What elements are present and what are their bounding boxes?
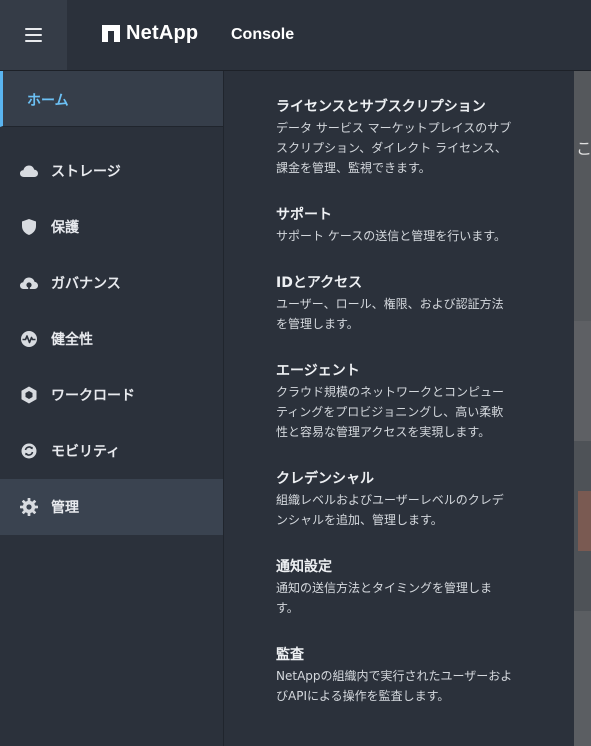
shield-icon <box>20 218 38 236</box>
entry-title: サポート <box>276 207 332 223</box>
brand-name: NetApp <box>126 22 199 44</box>
menu-entry-agents[interactable]: エージェント クラウド規模のネットワークとコンピュー ティングをプロビジョニングし… <box>276 361 546 442</box>
menu-icon <box>25 28 42 42</box>
sidebar-item-label: ストレージ <box>51 164 121 180</box>
entry-title: 監査 <box>276 647 304 663</box>
management-menu-panel: ライセンスとサブスクリプション データ サービス マーケットプレイスのサブ スクリ… <box>224 71 574 746</box>
sidebar-item-health[interactable]: 健全性 <box>0 311 223 367</box>
sidebar-item-governance[interactable]: ガバナンス <box>0 255 223 311</box>
mobility-icon <box>20 442 38 460</box>
product-name: Console <box>231 26 295 43</box>
entry-title: ライセンスとサブスクリプション <box>276 99 486 115</box>
entry-description: ユーザー、ロール、権限、および認証方法 を管理します。 <box>276 297 504 331</box>
menu-entry-credentials[interactable]: クレデンシャル 組織レベルおよびユーザーレベルのクレデ ンシャルを追加、管理します… <box>276 469 546 530</box>
workload-icon <box>20 386 38 404</box>
sidebar-item-label: モビリティ <box>51 444 121 460</box>
entry-description: クラウド規模のネットワークとコンピュー ティングをプロビジョニングし、高い柔軟 性と… <box>276 385 505 439</box>
sidebar-item-management[interactable]: 管理 <box>0 479 223 535</box>
menu-entry-notification-settings[interactable]: 通知設定 通知の送信方法とタイミングを管理しま す。 <box>276 557 546 618</box>
netapp-logo-icon <box>102 25 120 42</box>
background-heading-fragment: こ <box>576 139 591 158</box>
hamburger-menu-button[interactable] <box>0 0 67 70</box>
entry-title: IDとアクセス <box>276 275 363 291</box>
sidebar-item-label: ホーム <box>27 93 69 109</box>
sidebar-item-storage[interactable]: ストレージ <box>0 143 223 199</box>
sidebar: ホーム ストレージ 保護 ガバナンス 健全性 ワークロード モビリティ 管理 <box>0 71 224 746</box>
entry-description: NetAppの組織内で実行されたユーザーおよ びAPIによる操作を監査します。 <box>276 669 513 703</box>
sidebar-item-label: ワークロード <box>51 388 135 404</box>
entry-description: 通知の送信方法とタイミングを管理しま す。 <box>276 581 493 615</box>
governance-icon <box>20 274 38 292</box>
entry-title: 通知設定 <box>276 559 332 575</box>
sidebar-nav: ストレージ 保護 ガバナンス 健全性 ワークロード モビリティ 管理 <box>0 143 223 535</box>
sidebar-item-label: 健全性 <box>51 332 93 348</box>
sidebar-item-home[interactable]: ホーム <box>0 71 223 127</box>
sidebar-item-workloads[interactable]: ワークロード <box>0 367 223 423</box>
entry-title: エージェント <box>276 363 360 379</box>
entry-description: サポート ケースの送信と管理を行います。 <box>276 229 507 243</box>
cloud-icon <box>20 162 38 180</box>
sidebar-item-mobility[interactable]: モビリティ <box>0 423 223 479</box>
background-page: こ <box>574 71 591 746</box>
netapp-logo[interactable]: NetApp <box>102 22 198 45</box>
gear-icon <box>20 498 38 516</box>
sidebar-item-label: 管理 <box>51 500 79 516</box>
sidebar-item-label: 保護 <box>51 220 79 236</box>
health-icon <box>20 330 38 348</box>
menu-entry-identity-access[interactable]: IDとアクセス ユーザー、ロール、権限、および認証方法 を管理します。 <box>276 273 546 334</box>
entry-description: 組織レベルおよびユーザーレベルのクレデ ンシャルを追加、管理します。 <box>276 493 504 527</box>
menu-entry-audit[interactable]: 監査 NetAppの組織内で実行されたユーザーおよ びAPIによる操作を監査します… <box>276 645 546 706</box>
entry-description: データ サービス マーケットプレイスのサブ スクリプション、ダイレクト ライセンス… <box>276 121 512 175</box>
entry-title: クレデンシャル <box>276 471 374 487</box>
menu-entry-licenses[interactable]: ライセンスとサブスクリプション データ サービス マーケットプレイスのサブ スクリ… <box>276 97 546 178</box>
sidebar-item-protection[interactable]: 保護 <box>0 199 223 255</box>
menu-entry-support[interactable]: サポート サポート ケースの送信と管理を行います。 <box>276 205 546 246</box>
top-bar: NetApp Console <box>0 0 591 71</box>
sidebar-item-label: ガバナンス <box>51 276 121 292</box>
